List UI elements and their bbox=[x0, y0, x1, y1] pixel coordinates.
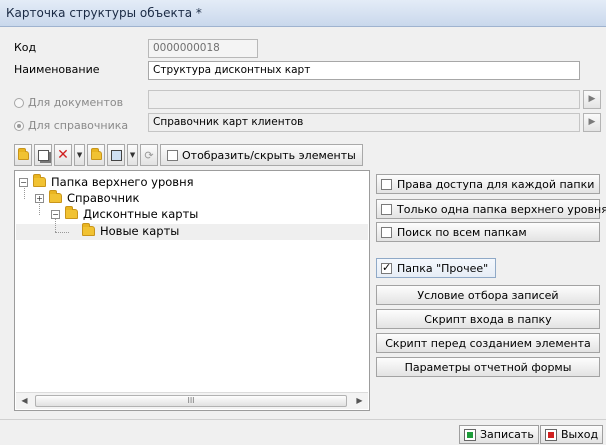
access-rights-label: Права доступа для каждой папки bbox=[397, 177, 595, 191]
copy-icon bbox=[37, 149, 49, 161]
code-field[interactable]: 0000000018 bbox=[148, 39, 258, 58]
tree-node[interactable]: − Папка верхнего уровня bbox=[19, 174, 194, 189]
folder-icon bbox=[65, 206, 78, 219]
single-top-folder-option[interactable]: Только одна папка верхнего уровня bbox=[376, 199, 606, 219]
exit-button[interactable]: Выход bbox=[540, 425, 604, 444]
access-rights-option[interactable]: Права доступа для каждой папки bbox=[376, 174, 600, 194]
folder-icon bbox=[49, 190, 62, 203]
delete-button[interactable]: ✕ bbox=[54, 144, 72, 166]
properties-button[interactable] bbox=[107, 144, 125, 166]
tree-node-label: Новые карты bbox=[100, 224, 180, 238]
tree-horizontal-scrollbar[interactable]: ◀ III ▶ bbox=[16, 392, 368, 409]
tree-node-label: Дисконтные карты bbox=[83, 207, 199, 221]
delete-icon: ✕ bbox=[57, 147, 69, 163]
radio-reference-label: Для справочника bbox=[28, 119, 129, 132]
tree-node-label: Справочник bbox=[67, 191, 140, 205]
reference-select-button[interactable]: ▶ bbox=[583, 113, 601, 132]
folder-add-icon bbox=[17, 147, 29, 160]
radio-documents-label: Для документов bbox=[28, 96, 124, 109]
name-field[interactable]: Структура дисконтных карт bbox=[148, 61, 580, 80]
radio-reference[interactable]: Для справочника bbox=[14, 119, 128, 132]
exit-icon bbox=[545, 428, 557, 441]
documents-select-button[interactable]: ▶ bbox=[583, 90, 601, 109]
toggle-elements-label: Отобразить/скрыть элементы bbox=[182, 148, 356, 162]
single-top-folder-checkbox[interactable] bbox=[381, 203, 392, 215]
tree-toolbar: ✕ ▼ ▼ ⟳ Отобразить/скрыть элементы bbox=[14, 144, 363, 166]
filter-condition-button[interactable]: Условие отбора записей bbox=[376, 285, 600, 305]
chevron-down-icon: ▼ bbox=[76, 151, 83, 159]
properties-icon bbox=[110, 149, 122, 161]
access-rights-checkbox[interactable] bbox=[381, 178, 392, 190]
search-all-folders-label: Поиск по всем папкам bbox=[397, 225, 527, 239]
report-params-button[interactable]: Параметры отчетной формы bbox=[376, 357, 600, 377]
enter-script-button[interactable]: Скрипт входа в папку bbox=[376, 309, 600, 329]
save-button[interactable]: Записать bbox=[459, 425, 539, 444]
chevron-down-icon: ▼ bbox=[129, 151, 136, 159]
collapse-icon[interactable]: − bbox=[19, 177, 28, 187]
toggle-elements-checkbox[interactable] bbox=[167, 149, 178, 161]
tree-node-label: Папка верхнего уровня bbox=[51, 175, 194, 189]
name-label: Наименование bbox=[14, 63, 100, 76]
copy-button[interactable] bbox=[34, 144, 52, 166]
structure-tree[interactable]: − Папка верхнего уровня + Справочник − Д… bbox=[14, 170, 370, 411]
collapse-icon[interactable]: − bbox=[51, 209, 60, 219]
folder-icon bbox=[33, 174, 46, 187]
search-all-folders-checkbox[interactable] bbox=[381, 226, 392, 238]
radio-documents[interactable]: Для документов bbox=[14, 96, 123, 109]
exit-label: Выход bbox=[561, 428, 599, 441]
tree-node-selected[interactable]: Новые карты bbox=[82, 223, 180, 238]
tree-node[interactable]: + Справочник bbox=[35, 190, 140, 205]
expand-icon[interactable]: + bbox=[35, 193, 44, 203]
documents-field bbox=[148, 90, 580, 109]
folder-up-icon bbox=[90, 147, 102, 160]
tree-line bbox=[55, 232, 69, 233]
scroll-right-icon[interactable]: ▶ bbox=[351, 393, 368, 409]
save-icon bbox=[464, 428, 476, 441]
single-top-folder-label: Только одна папка верхнего уровня bbox=[397, 202, 606, 216]
search-all-folders-option[interactable]: Поиск по всем папкам bbox=[376, 222, 600, 242]
before-create-script-button[interactable]: Скрипт перед созданием элемента bbox=[376, 333, 600, 353]
delete-dropdown[interactable]: ▼ bbox=[74, 144, 85, 166]
radio-reference-indicator[interactable] bbox=[14, 120, 24, 131]
refresh-icon: ⟳ bbox=[144, 148, 154, 162]
folder-icon bbox=[82, 223, 95, 236]
other-folder-checkbox[interactable] bbox=[381, 261, 392, 274]
window-titlebar: Карточка структуры объекта * bbox=[0, 0, 606, 27]
scroll-thumb[interactable]: III bbox=[35, 395, 347, 407]
window-title: Карточка структуры объекта * bbox=[6, 6, 202, 20]
properties-dropdown[interactable]: ▼ bbox=[127, 144, 138, 166]
footer-divider bbox=[0, 419, 606, 420]
code-label: Код bbox=[14, 41, 37, 54]
tree-node[interactable]: − Дисконтные карты bbox=[51, 206, 199, 221]
refresh-button[interactable]: ⟳ bbox=[140, 144, 158, 166]
reference-field: Справочник карт клиентов bbox=[148, 113, 580, 132]
other-folder-label: Папка "Прочее" bbox=[397, 261, 489, 275]
toggle-elements-button[interactable]: Отобразить/скрыть элементы bbox=[160, 144, 363, 166]
scroll-left-icon[interactable]: ◀ bbox=[16, 393, 33, 409]
other-folder-option[interactable]: Папка "Прочее" bbox=[376, 258, 496, 278]
up-level-button[interactable] bbox=[87, 144, 105, 166]
add-folder-button[interactable] bbox=[14, 144, 32, 166]
save-label: Записать bbox=[480, 428, 534, 441]
radio-documents-indicator[interactable] bbox=[14, 97, 24, 108]
